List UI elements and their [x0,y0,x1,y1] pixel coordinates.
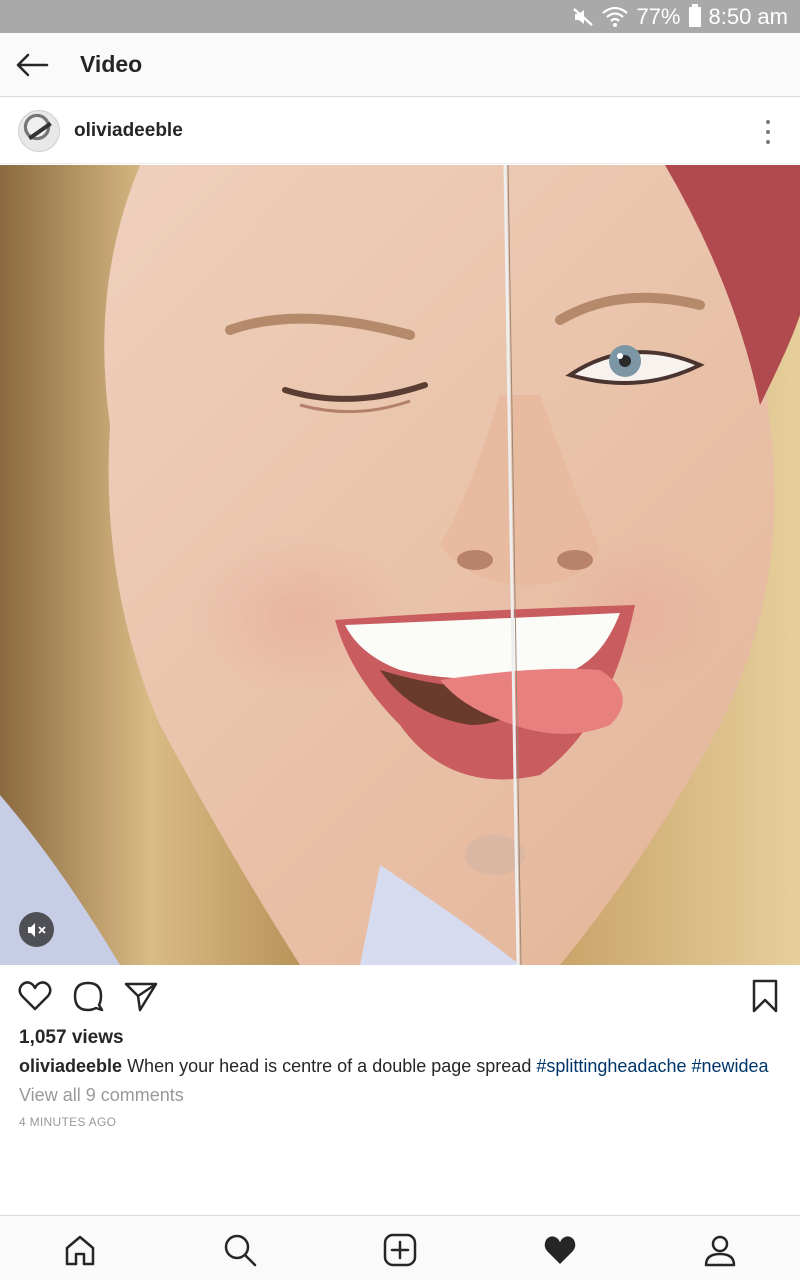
save-button[interactable] [747,978,783,1014]
mute-toggle-button[interactable] [19,912,54,947]
hashtag-link[interactable]: #newidea [692,1056,769,1076]
caption-text: When your head is centre of a double pag… [127,1056,532,1076]
like-button[interactable] [17,978,53,1014]
comment-button[interactable] [70,978,106,1014]
share-icon [124,982,158,1012]
nav-home[interactable] [60,1230,100,1270]
heart-outline-icon [18,981,52,1011]
activity-heart-icon [544,1236,576,1264]
battery-percent: 77% [636,3,681,29]
share-button[interactable] [123,978,159,1014]
arrow-left-icon [16,53,49,76]
add-post-icon [383,1233,417,1267]
search-icon [224,1234,257,1267]
video-frame-image [0,165,800,965]
post-username[interactable]: oliviadeeble [74,120,183,142]
hashtag-link[interactable]: #splittingheadache [536,1056,686,1076]
muted-speaker-icon [27,922,46,937]
post-actions [0,974,800,1020]
post-header: oliviadeeble [0,98,800,164]
status-bar: 77% 8:50 am [0,0,800,33]
caption-username[interactable]: oliviadeeble [19,1056,122,1076]
post-caption: oliviadeeble When your head is centre of… [19,1054,789,1078]
more-vertical-icon [766,120,770,124]
battery-icon [688,3,701,27]
back-button[interactable] [0,33,64,97]
top-app-bar: Video [0,33,800,97]
page-title: Video [80,51,143,77]
avatar[interactable] [18,109,60,152]
wifi-icon [602,6,629,27]
post-video[interactable] [0,165,800,965]
bottom-navigation [0,1215,800,1280]
bookmark-icon [752,979,778,1013]
post-timestamp: 4 MINUTES AGO [19,1115,117,1129]
nav-new-post[interactable] [380,1230,420,1270]
comment-icon [73,981,104,1012]
home-icon [65,1235,95,1266]
profile-icon [704,1235,736,1267]
clock: 8:50 am [708,3,789,29]
mute-icon [573,7,594,26]
view-count: 1,057 views [19,1027,124,1048]
more-options-button[interactable] [756,118,780,146]
nav-search[interactable] [220,1230,260,1270]
view-all-comments-link[interactable]: View all 9 comments [19,1085,184,1106]
nav-activity[interactable] [540,1230,580,1270]
nav-profile[interactable] [700,1230,740,1270]
